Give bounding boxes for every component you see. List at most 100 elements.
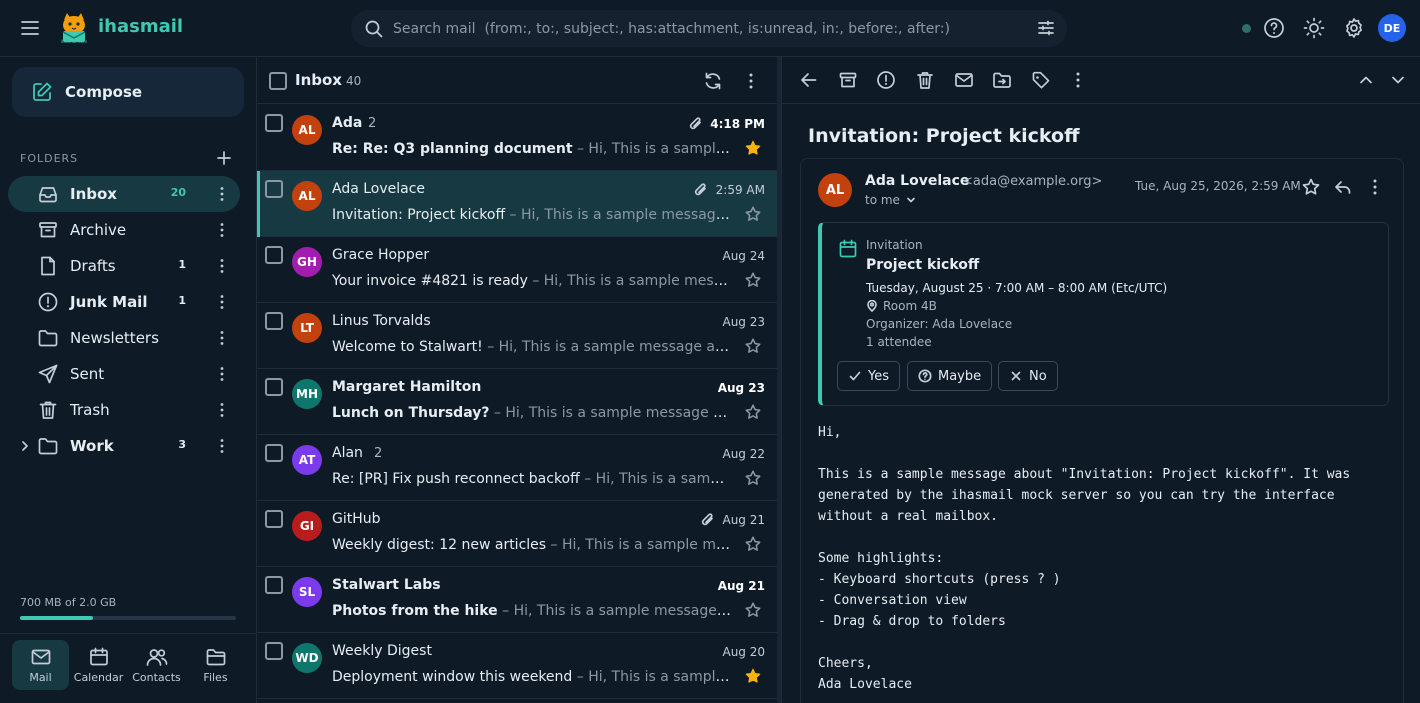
more-vert-icon[interactable]	[213, 329, 231, 347]
message-list-header: Inbox 40	[257, 57, 778, 104]
more-vert-icon[interactable]	[1365, 177, 1385, 197]
star-icon[interactable]	[744, 535, 762, 553]
nav-calendar[interactable]: Calendar	[70, 640, 127, 690]
gear-icon[interactable]	[1342, 16, 1366, 40]
mark-unread-icon[interactable]	[954, 70, 974, 90]
message-row[interactable]: GH Grace Hopper Aug 24 Your invoice #4821 i…	[257, 237, 778, 303]
sidebar-item-trash[interactable]: Trash	[8, 392, 240, 428]
message-row[interactable]: AL Ada 2 4:18 PM Re: Re: Q3 planning documen…	[257, 105, 778, 171]
more-vert-icon[interactable]	[741, 71, 761, 91]
subject-line: Weekly digest: 12 new articles – Hi, Thi…	[332, 537, 732, 553]
compose-button[interactable]: Compose	[12, 67, 244, 117]
back-arrow-icon[interactable]	[799, 70, 819, 90]
draft-icon	[37, 255, 59, 277]
chevron-right-icon[interactable]	[18, 439, 32, 453]
message-row[interactable]: WD Weekly Digest Aug 20 Deployment window t…	[257, 633, 778, 699]
star-filled-icon[interactable]	[744, 139, 762, 157]
message-snippet: – Hi, This is a sample message about "Re…	[584, 471, 732, 487]
star-icon[interactable]	[744, 469, 762, 487]
message-row[interactable]: AT Alan 2 Aug 22 Re: [PR] Fix push reconnect…	[257, 435, 778, 501]
sidebar-item-newsletters[interactable]: Newsletters	[8, 320, 240, 356]
message-snippet: – Hi, This is a sample message about "We…	[550, 537, 732, 553]
sidebar-item-drafts[interactable]: Drafts 1	[8, 248, 240, 284]
message-snippet: – Hi, This is a sample message about "Yo…	[532, 273, 732, 289]
rsvp-no-button[interactable]: No	[998, 361, 1058, 391]
divider	[0, 633, 256, 634]
message-subject: Lunch on Thursday?	[332, 405, 490, 421]
message-date: Aug 21	[717, 579, 765, 593]
star-icon[interactable]	[744, 403, 762, 421]
sidebar-item-label: Work	[70, 437, 114, 455]
message-snippet: – Hi, This is a sample message about "In…	[509, 207, 732, 223]
sidebar-item-count: 1	[178, 294, 186, 307]
move-to-folder-icon[interactable]	[992, 70, 1012, 90]
row-checkbox[interactable]	[265, 114, 283, 132]
help-icon[interactable]	[1262, 16, 1286, 40]
message-row[interactable]: SL Stalwart Labs Aug 21 Photos from the hik…	[257, 567, 778, 633]
theme-icon[interactable]	[1302, 16, 1326, 40]
row-checkbox[interactable]	[265, 378, 283, 396]
star-icon[interactable]	[1301, 177, 1321, 197]
star-icon[interactable]	[744, 271, 762, 289]
menu-icon[interactable]	[18, 16, 42, 40]
sidebar-item-inbox[interactable]: Inbox 20	[8, 176, 240, 212]
row-checkbox[interactable]	[265, 576, 283, 594]
message-row[interactable]: AL Ada Lovelace 2:59 AM Invitation: Project…	[257, 171, 778, 237]
spam-icon[interactable]	[876, 70, 896, 90]
row-checkbox[interactable]	[265, 444, 283, 462]
chevron-up-icon[interactable]	[1356, 70, 1376, 90]
star-icon[interactable]	[744, 205, 762, 223]
more-vert-icon[interactable]	[213, 365, 231, 383]
star-filled-icon[interactable]	[744, 667, 762, 685]
user-avatar[interactable]: DE	[1378, 14, 1406, 42]
thread-count: 2	[368, 116, 377, 131]
row-checkbox[interactable]	[265, 180, 283, 198]
junk-icon	[37, 291, 59, 313]
nav-contacts[interactable]: Contacts	[128, 640, 185, 690]
message-row[interactable]: MH Margaret Hamilton Aug 23 Lunch on Thursd…	[257, 369, 778, 435]
rsvp-maybe-button[interactable]: Maybe	[907, 361, 993, 391]
sidebar-item-work[interactable]: Work 3	[8, 428, 240, 464]
message-date: Tue, Aug 25, 2026, 2:59 AM	[1135, 179, 1301, 193]
row-checkbox[interactable]	[265, 510, 283, 528]
select-all-checkbox[interactable]	[269, 72, 287, 90]
more-vert-icon[interactable]	[213, 437, 231, 455]
add-folder-icon[interactable]	[216, 150, 232, 166]
message-row[interactable]: GI GitHub Aug 21 Weekly digest: 12 new arti…	[257, 501, 778, 567]
row-checkbox[interactable]	[265, 246, 283, 264]
more-vert-icon[interactable]	[213, 185, 231, 203]
folder-icon	[37, 327, 59, 349]
star-icon[interactable]	[744, 337, 762, 355]
sender-avatar: AL	[818, 173, 852, 207]
sender-name[interactable]: Ada Lovelace	[865, 173, 969, 189]
archive-icon[interactable]	[838, 70, 858, 90]
more-vert-icon[interactable]	[213, 401, 231, 419]
message-snippet: – Hi, This is a sample message about "We…	[487, 339, 732, 355]
row-checkbox[interactable]	[265, 312, 283, 330]
invitation-time: Tuesday, August 25 · 7:00 AM – 8:00 AM (…	[866, 281, 1168, 295]
sidebar-item-archive[interactable]: Archive	[8, 212, 240, 248]
search-input[interactable]	[393, 10, 1013, 47]
more-vert-icon[interactable]	[1068, 70, 1088, 90]
message-subject: Re: [PR] Fix push reconnect backoff	[332, 471, 580, 487]
inbox-icon	[37, 183, 59, 205]
chevron-down-icon[interactable]	[1388, 70, 1408, 90]
tune-icon[interactable]	[1037, 19, 1055, 37]
reply-icon[interactable]	[1333, 177, 1353, 197]
sidebar-item-junk[interactable]: Junk Mail 1	[8, 284, 240, 320]
message-subject: Photos from the hike	[332, 603, 498, 619]
refresh-icon[interactable]	[703, 71, 723, 91]
message-row[interactable]: LT Linus Torvalds Aug 23 Welcome to Stalwar…	[257, 303, 778, 369]
star-icon[interactable]	[744, 601, 762, 619]
rsvp-yes-button[interactable]: Yes	[837, 361, 900, 391]
more-vert-icon[interactable]	[213, 257, 231, 275]
more-vert-icon[interactable]	[213, 293, 231, 311]
label-icon[interactable]	[1031, 70, 1051, 90]
nav-files[interactable]: Files	[187, 640, 244, 690]
nav-mail[interactable]: Mail	[12, 640, 69, 690]
recipients-toggle[interactable]: to me	[865, 193, 917, 207]
more-vert-icon[interactable]	[213, 221, 231, 239]
row-checkbox[interactable]	[265, 642, 283, 660]
sidebar-item-sent[interactable]: Sent	[8, 356, 240, 392]
trash-icon[interactable]	[915, 70, 935, 90]
